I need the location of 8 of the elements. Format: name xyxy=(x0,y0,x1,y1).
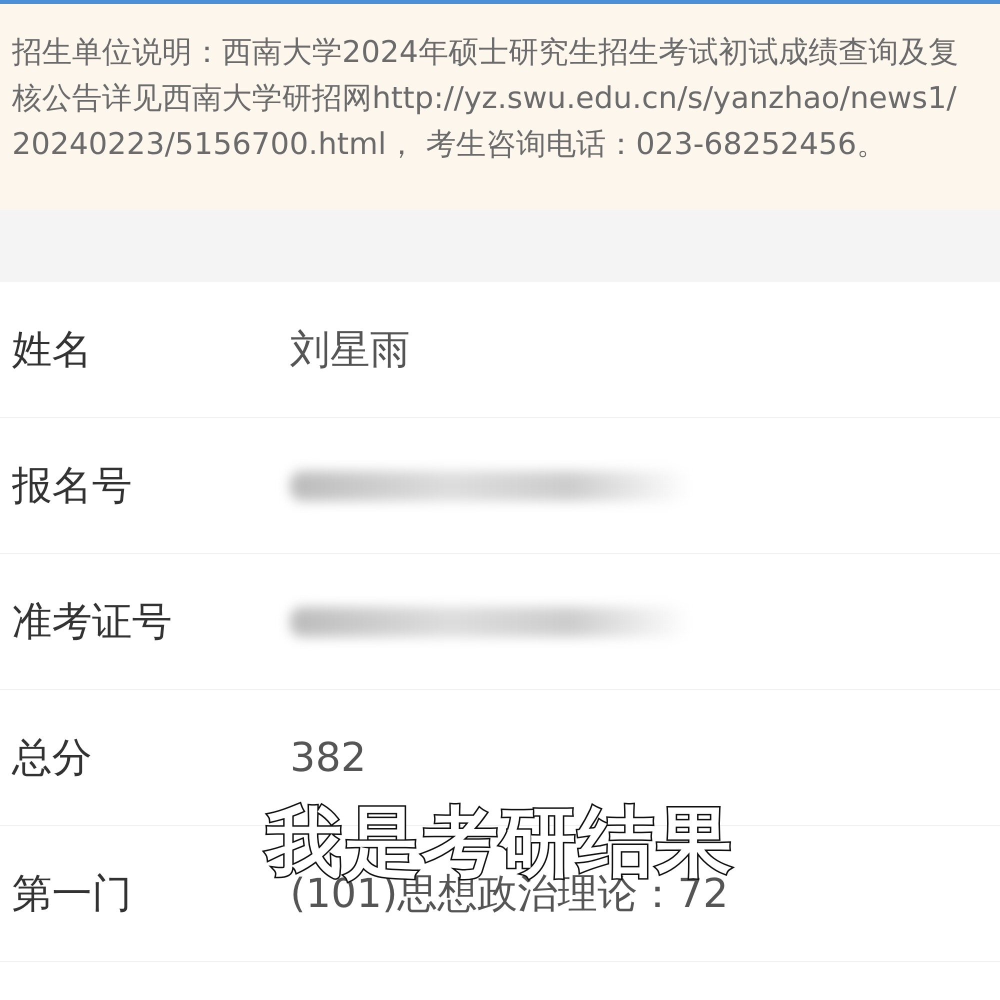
field-value: 382 xyxy=(290,734,366,780)
field-label: 第一门 xyxy=(11,870,133,919)
field-value: 刘星雨 xyxy=(290,326,410,375)
field-label: 准考证号 xyxy=(11,598,173,647)
field-label: 姓名 xyxy=(11,326,93,375)
notice-text: 招生单位说明：西南大学2024年硕士研究生招生考试初试成绩查询及复核公告详见西南大学研招网http://yz.swu.edu.cn/s/yanzhao/news1/20240223/5156700.html， 考生咨询电话：023-68252456。 xyxy=(12,34,960,164)
field-label: 总分 xyxy=(10,734,93,783)
field-label: 报名号 xyxy=(11,462,133,511)
